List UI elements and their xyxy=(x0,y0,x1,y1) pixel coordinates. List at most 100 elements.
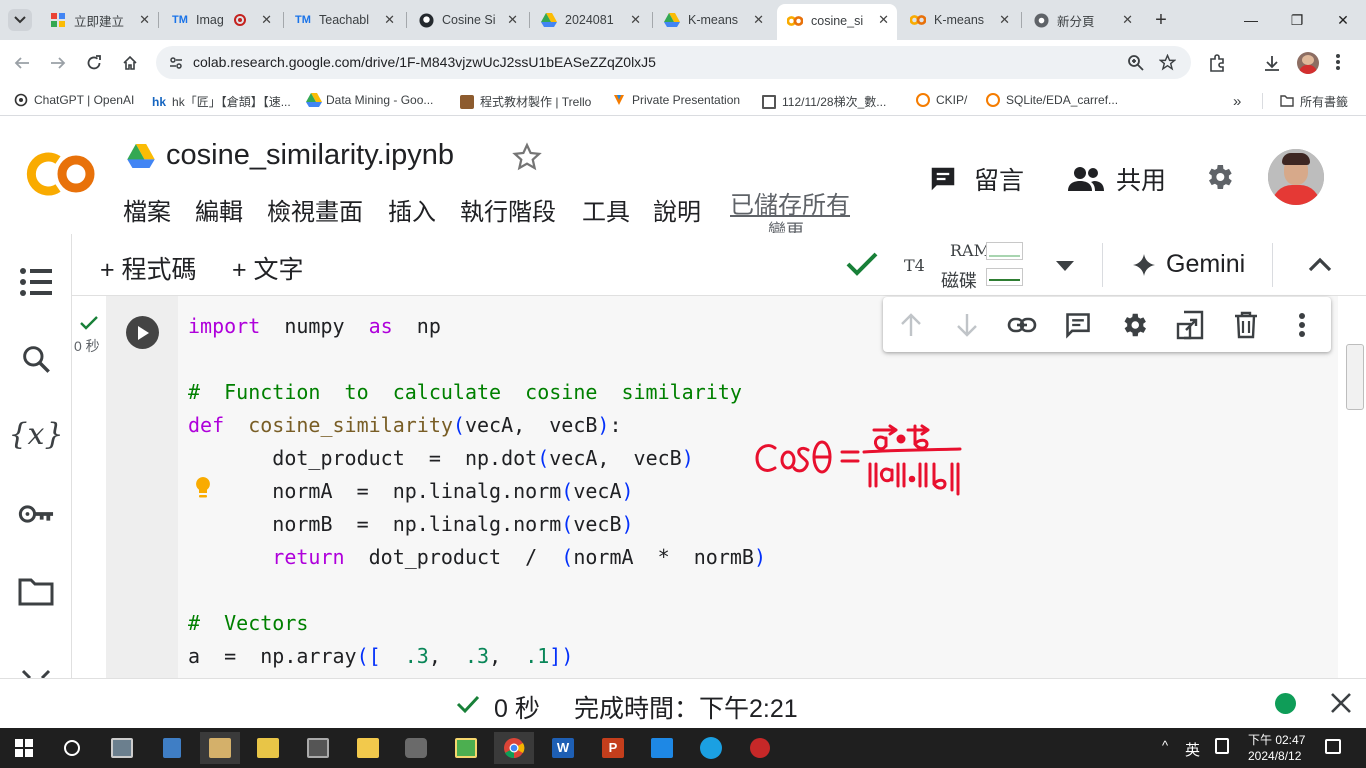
bookmark[interactable]: Private Presentation xyxy=(612,93,740,107)
close-icon[interactable]: ✕ xyxy=(630,12,641,28)
back-button[interactable] xyxy=(11,52,33,74)
browser-tab-active[interactable]: cosine_si ✕ xyxy=(777,4,897,40)
window-close-button[interactable]: ✕ xyxy=(1320,0,1366,40)
taskbar-app-network-icon[interactable] xyxy=(152,732,192,764)
bookmark[interactable]: 程式教材製作 | Trello xyxy=(460,93,591,110)
close-icon[interactable]: ✕ xyxy=(878,12,889,28)
browser-tab[interactable]: K-means ✕ xyxy=(654,7,772,33)
taskbar-app-word-icon[interactable]: W xyxy=(543,732,583,764)
google-drive-icon[interactable] xyxy=(127,144,155,168)
menu-tools[interactable]: 工具 xyxy=(582,192,630,227)
taskbar-app-photos2-icon[interactable] xyxy=(642,732,682,764)
browser-tab[interactable]: TM Teachabl ✕ xyxy=(285,7,403,33)
code-editor[interactable]: import numpy as np # Function to calculat… xyxy=(188,310,766,673)
close-icon[interactable]: ✕ xyxy=(139,12,150,28)
windows-start-icon[interactable] xyxy=(4,732,44,764)
variables-icon[interactable]: {x} xyxy=(8,416,63,452)
clock-time[interactable]: 下午 02:47 xyxy=(1248,731,1305,748)
comment-button[interactable]: 留言 xyxy=(928,161,1024,197)
close-icon[interactable]: ✕ xyxy=(753,12,764,28)
close-icon[interactable]: ✕ xyxy=(261,12,272,28)
search-circle-icon[interactable] xyxy=(52,732,92,764)
close-status-icon[interactable] xyxy=(1330,692,1352,714)
secrets-key-icon[interactable] xyxy=(18,496,54,532)
collapse-header-icon[interactable] xyxy=(1308,256,1332,272)
disk-meter[interactable] xyxy=(986,268,1023,286)
menu-runtime[interactable]: 執行階段 xyxy=(460,192,556,227)
close-icon[interactable]: ✕ xyxy=(999,12,1010,28)
code-line[interactable]: # Vectors xyxy=(188,607,766,640)
search-icon[interactable] xyxy=(18,341,54,377)
profile-avatar[interactable] xyxy=(1297,52,1319,74)
menu-file[interactable]: 檔案 xyxy=(123,192,171,227)
taskbar-app-chrome-icon[interactable] xyxy=(494,732,534,764)
reload-button[interactable] xyxy=(83,52,105,74)
code-line[interactable] xyxy=(188,574,766,607)
cell-settings-gear-icon[interactable] xyxy=(1119,310,1149,340)
browser-tab[interactable]: Cosine Si ✕ xyxy=(408,7,526,33)
bookmark[interactable]: ChatGPT | OpenAI xyxy=(14,93,134,107)
forward-button[interactable] xyxy=(47,52,69,74)
link-icon[interactable] xyxy=(1007,310,1037,340)
more-options-icon[interactable] xyxy=(1287,310,1317,340)
code-line[interactable]: normA = np.linalg.norm(vecA) xyxy=(188,475,766,508)
taskbar-app-camera-icon[interactable] xyxy=(298,732,338,764)
bookmarks-overflow-icon[interactable]: » xyxy=(1233,93,1241,110)
star-icon[interactable] xyxy=(1159,54,1176,71)
menu-view[interactable]: 檢視畫面 xyxy=(267,192,363,227)
code-line[interactable]: normB = np.linalg.norm(vecB) xyxy=(188,508,766,541)
taskbar-app-edge-icon[interactable] xyxy=(691,732,731,764)
browser-tab[interactable]: 2024081 ✕ xyxy=(531,7,649,33)
code-snippets-icon[interactable] xyxy=(18,662,54,678)
settings-gear-icon[interactable] xyxy=(1203,161,1235,193)
gemini-button[interactable]: Gemini xyxy=(1132,250,1245,279)
connected-check-icon[interactable] xyxy=(846,251,878,277)
bookmark[interactable]: CKIP/ xyxy=(916,93,967,107)
code-line[interactable] xyxy=(188,343,766,376)
code-line[interactable]: dot_product = np.dot(vecA, vecB) xyxy=(188,442,766,475)
browser-tab[interactable]: 新分頁 ✕ xyxy=(1023,7,1141,33)
taskbar-app-notes-icon[interactable] xyxy=(248,732,288,764)
bookmark[interactable]: hk hk「匠」【倉頡】【速... xyxy=(152,93,291,110)
taskbar-app-camera2-icon[interactable] xyxy=(396,732,436,764)
colab-logo[interactable] xyxy=(25,152,97,196)
restore-button[interactable]: ❐ xyxy=(1274,0,1320,40)
browser-tab[interactable]: TM Imag ✕ xyxy=(162,7,280,33)
menu-insert[interactable]: 插入 xyxy=(388,192,436,227)
saved-status[interactable]: 已儲存所有 變更 xyxy=(730,185,860,233)
site-info-icon[interactable] xyxy=(168,55,184,71)
delete-cell-trash-icon[interactable] xyxy=(1231,310,1261,340)
bookmark[interactable]: 112/11/28梯次_數... xyxy=(762,93,886,110)
code-line[interactable]: return dot_product / (normA * normB) xyxy=(188,541,766,574)
close-icon[interactable]: ✕ xyxy=(384,12,395,28)
comment-icon[interactable] xyxy=(1063,310,1093,340)
runtime-dropdown-icon[interactable] xyxy=(1055,260,1075,272)
more-menu-icon[interactable] xyxy=(1336,53,1342,73)
taskbar-app-spider-icon[interactable] xyxy=(740,732,780,764)
add-text-cell-button[interactable]: + 文字 xyxy=(232,250,304,286)
taskbar-app-photos-icon[interactable] xyxy=(102,732,142,764)
code-line[interactable]: import numpy as np xyxy=(188,310,766,343)
user-avatar[interactable] xyxy=(1268,149,1324,205)
taskbar-app-photo-editor-icon[interactable] xyxy=(446,732,486,764)
bookmark[interactable]: Data Mining - Goo... xyxy=(306,93,433,107)
notifications-icon[interactable] xyxy=(1325,739,1341,754)
home-button[interactable] xyxy=(119,52,141,74)
table-of-contents-icon[interactable] xyxy=(18,264,54,300)
menu-edit[interactable]: 編輯 xyxy=(195,192,243,227)
minimize-button[interactable]: — xyxy=(1228,0,1274,40)
code-line[interactable]: # Function to calculate cosine similarit… xyxy=(188,376,766,409)
extensions-icon[interactable] xyxy=(1209,54,1227,72)
ime-indicator[interactable]: 英 xyxy=(1185,739,1200,760)
zoom-icon[interactable] xyxy=(1127,54,1144,71)
clock-date[interactable]: 2024/8/12 xyxy=(1248,749,1301,763)
ram-meter[interactable] xyxy=(986,242,1023,260)
notebook-title[interactable]: cosine_similarity.ipynb xyxy=(166,139,454,172)
tab-search-button[interactable] xyxy=(8,9,32,31)
taskbar-app-powerpoint-icon[interactable]: P xyxy=(593,732,633,764)
close-icon[interactable]: ✕ xyxy=(507,12,518,28)
all-bookmarks[interactable]: 所有書籤 xyxy=(1280,93,1348,110)
download-icon[interactable] xyxy=(1263,54,1281,72)
bookmark[interactable]: SQLite/EDA_carref... xyxy=(986,93,1118,107)
share-button[interactable]: 共用 xyxy=(1068,161,1166,197)
